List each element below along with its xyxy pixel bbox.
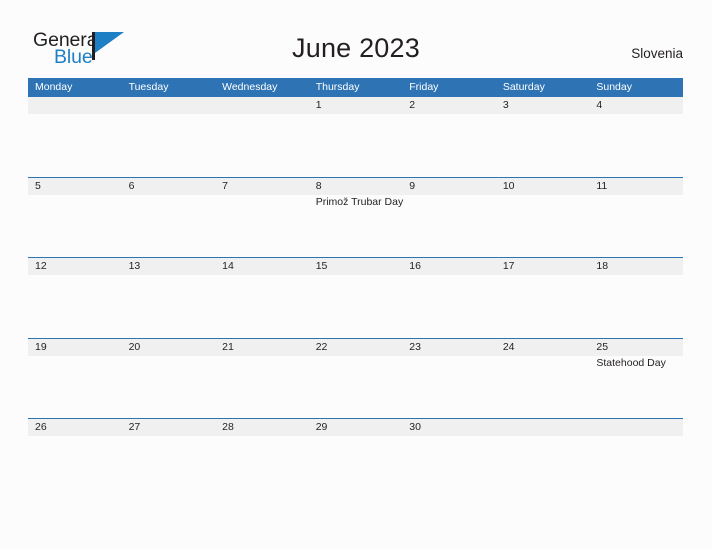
weekday-wednesday: Wednesday xyxy=(222,81,278,93)
day-number: 27 xyxy=(128,421,141,433)
page-header: General Blue June 2023 Slovenia xyxy=(0,0,712,78)
day-number: 6 xyxy=(128,179,135,192)
day-number: 10 xyxy=(502,179,515,192)
day-cell[interactable]: 3 xyxy=(496,97,590,177)
day-number: 24 xyxy=(502,340,515,353)
day-number: 1 xyxy=(315,99,322,111)
day-number: 3 xyxy=(502,99,509,111)
day-number: 17 xyxy=(502,260,515,272)
calendar-grid: Monday Tuesday Wednesday Thursday Friday… xyxy=(28,78,683,499)
day-number: 19 xyxy=(35,340,47,353)
day-number: 23 xyxy=(409,340,421,353)
holiday-event: Primož Trubar Day xyxy=(315,195,404,208)
day-number: 5 xyxy=(35,179,41,192)
day-cell[interactable]: 19 xyxy=(28,339,122,419)
day-number: 9 xyxy=(409,179,416,192)
day-cell[interactable]: 1 xyxy=(309,97,403,177)
country-label: Slovenia xyxy=(631,46,683,61)
day-number: 8 xyxy=(315,179,322,192)
week-row: 12 13 14 15 16 17 18 xyxy=(28,257,683,338)
day-number: 16 xyxy=(409,260,421,272)
week-row: 19 20 21 22 23 24 25 Statehood Day xyxy=(28,337,683,419)
day-number: 25 xyxy=(596,340,609,353)
week-row: 26 27 28 29 30 xyxy=(28,418,683,499)
day-cell[interactable]: 21 xyxy=(215,339,309,419)
holiday-event: Statehood Day xyxy=(596,356,666,369)
day-cell[interactable]: 10 xyxy=(496,178,590,258)
day-cell[interactable] xyxy=(215,97,309,177)
day-cell[interactable]: 20 xyxy=(122,339,216,419)
weekday-sunday: Sunday xyxy=(596,81,632,93)
weekday-saturday: Saturday xyxy=(502,81,545,93)
day-cell[interactable]: 18 xyxy=(589,258,683,338)
day-number: 2 xyxy=(409,99,416,111)
day-number: 26 xyxy=(35,421,47,433)
day-cell[interactable]: 15 xyxy=(309,258,403,338)
day-cell[interactable]: 5 xyxy=(28,178,122,258)
day-cell[interactable]: 30 xyxy=(402,419,496,499)
day-cell[interactable]: 23 xyxy=(402,339,496,419)
day-number: 22 xyxy=(315,340,328,353)
day-number: 15 xyxy=(315,260,328,272)
day-number: 13 xyxy=(128,260,141,272)
weekday-thursday: Thursday xyxy=(315,81,360,93)
weekday-tuesday: Tuesday xyxy=(128,81,169,93)
day-cell[interactable]: 16 xyxy=(402,258,496,338)
day-number: 18 xyxy=(596,260,609,272)
day-cell[interactable]: 9 xyxy=(402,178,496,258)
day-cell[interactable]: 4 xyxy=(589,97,683,177)
day-number: 20 xyxy=(128,340,141,353)
day-cell[interactable]: 11 xyxy=(589,178,683,258)
day-number: 28 xyxy=(222,421,234,433)
day-cell[interactable]: 7 xyxy=(215,178,309,258)
day-cell[interactable] xyxy=(28,97,122,177)
day-cell[interactable]: 25 Statehood Day xyxy=(589,339,683,419)
day-number: 21 xyxy=(222,340,234,353)
day-cell[interactable]: 24 xyxy=(496,339,590,419)
day-cell[interactable]: 29 xyxy=(309,419,403,499)
day-cell[interactable]: 22 xyxy=(309,339,403,419)
day-cell[interactable]: 14 xyxy=(215,258,309,338)
day-cell[interactable] xyxy=(589,419,683,499)
day-cell[interactable] xyxy=(122,97,216,177)
weekday-monday: Monday xyxy=(35,81,73,93)
day-cell[interactable]: 28 xyxy=(215,419,309,499)
day-cell[interactable]: 17 xyxy=(496,258,590,338)
day-cell[interactable]: 8 Primož Trubar Day xyxy=(309,178,404,258)
day-number: 12 xyxy=(35,260,47,272)
day-cell[interactable]: 13 xyxy=(122,258,216,338)
day-cell[interactable]: 6 xyxy=(122,178,216,258)
day-cell[interactable]: 27 xyxy=(122,419,216,499)
day-number: 29 xyxy=(315,421,328,433)
page-title: June 2023 xyxy=(292,33,420,63)
week-row: 1 2 3 4 xyxy=(28,96,683,177)
weekday-friday: Friday xyxy=(409,81,439,93)
day-number: 30 xyxy=(409,421,421,433)
day-cell[interactable]: 2 xyxy=(402,97,496,177)
day-cell[interactable]: 26 xyxy=(28,419,122,499)
day-number: 4 xyxy=(596,99,603,111)
day-number: 14 xyxy=(222,260,234,272)
day-cell[interactable]: 12 xyxy=(28,258,122,338)
weekday-header-row: Monday Tuesday Wednesday Thursday Friday… xyxy=(28,78,683,96)
day-number: 11 xyxy=(596,179,608,192)
day-number: 7 xyxy=(222,179,228,192)
calendar-page: General Blue June 2023 Slovenia Monday T… xyxy=(0,0,712,550)
week-row: 5 6 7 8 Primož Trubar Day 9 10 11 xyxy=(28,176,683,258)
day-cell[interactable] xyxy=(496,419,590,499)
